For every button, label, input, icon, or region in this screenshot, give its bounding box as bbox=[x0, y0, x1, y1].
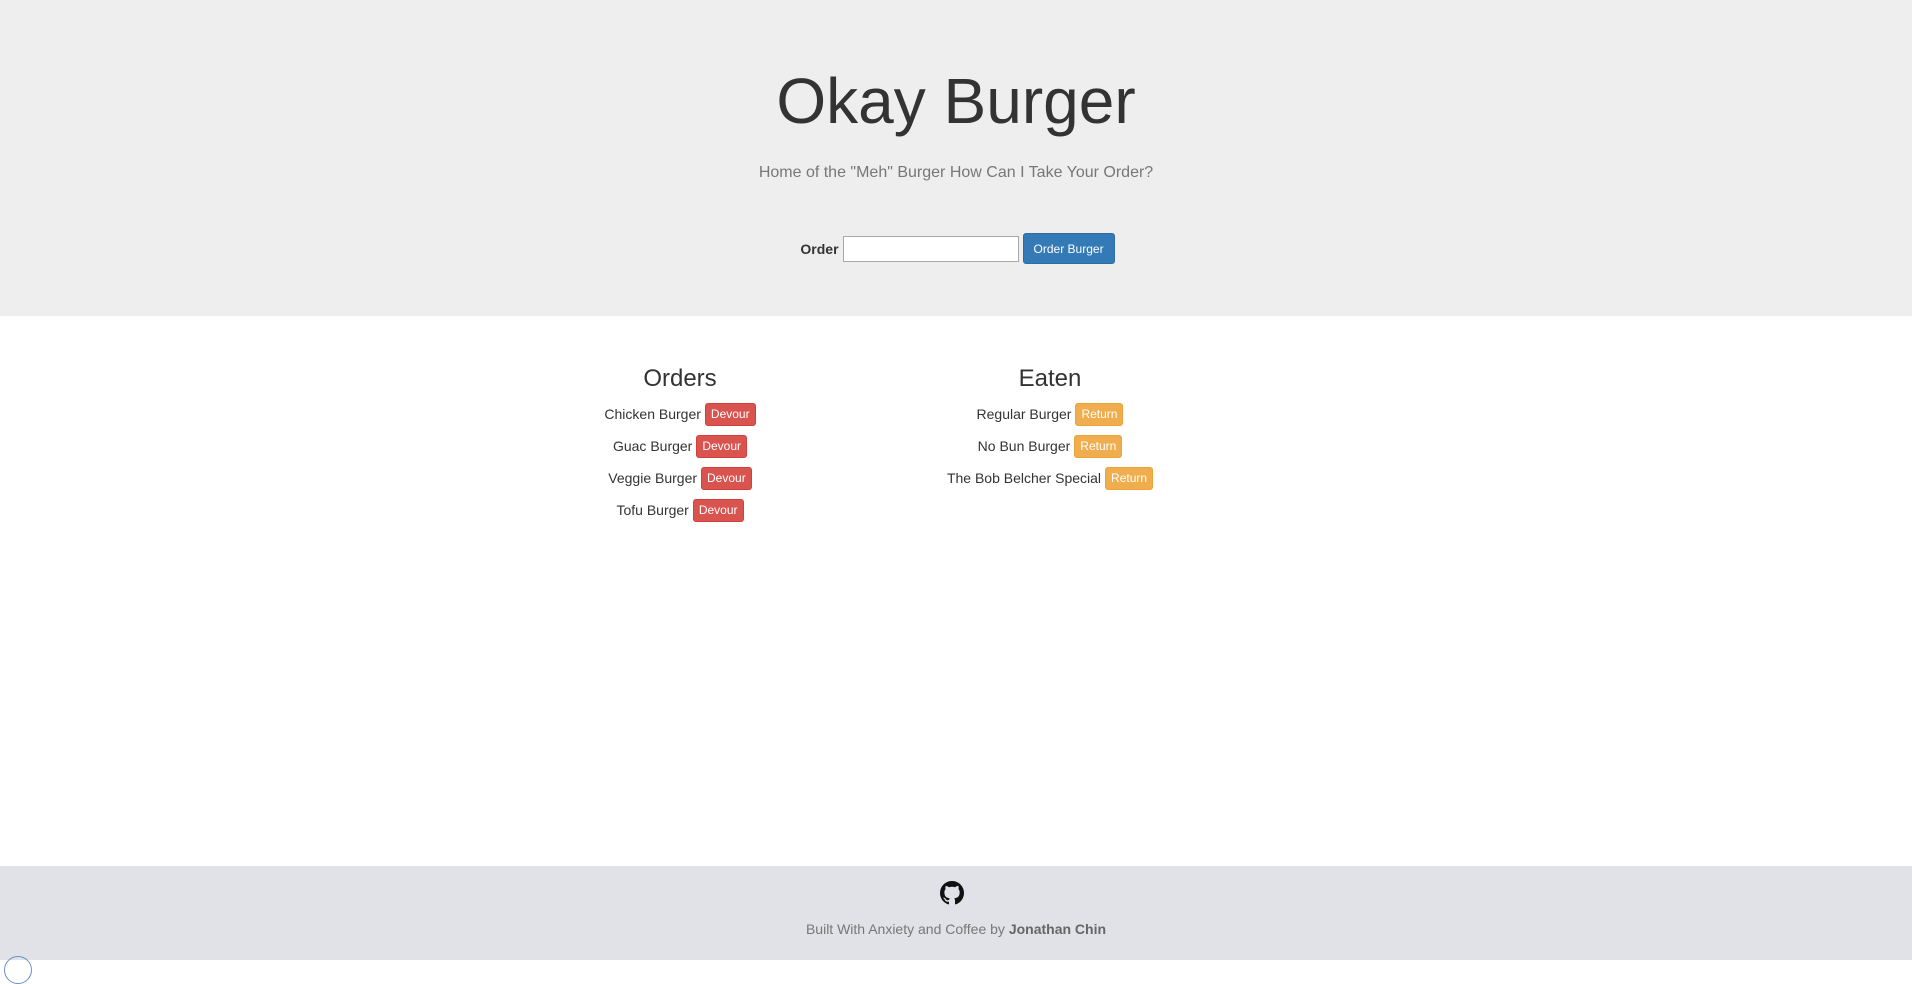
footer-credit: Built With Anxiety and Coffee by Jonatha… bbox=[0, 921, 1912, 937]
footer-credit-text: Built With Anxiety and Coffee by bbox=[805, 921, 1005, 937]
page-subtitle: Home of the "Meh" Burger How Can I Take … bbox=[758, 164, 1154, 181]
order-input[interactable] bbox=[842, 235, 1019, 262]
burger-name: Chicken Burger bbox=[604, 406, 701, 422]
return-button[interactable]: Return bbox=[1075, 402, 1124, 426]
devour-button[interactable]: Devour bbox=[701, 466, 752, 490]
burger-name: No Bun Burger bbox=[977, 438, 1071, 454]
devour-button[interactable]: Devour bbox=[692, 498, 744, 522]
burger-name: Veggie Burger bbox=[608, 470, 698, 486]
page-footer: Built With Anxiety and Coffee by Jonatha… bbox=[0, 866, 1912, 960]
order-form: Order Order Burger bbox=[0, 233, 1912, 264]
eaten-heading: Eaten bbox=[1018, 365, 1082, 392]
order-burger-button[interactable]: Order Burger bbox=[1022, 233, 1115, 264]
list-item: Regular Burger Return bbox=[930, 398, 1170, 430]
list-item: The Bob Belcher Special Return bbox=[930, 462, 1170, 494]
page-title: Okay Burger bbox=[776, 65, 1136, 137]
list-item: Chicken Burger Devour bbox=[560, 398, 800, 430]
list-item: Tofu Burger Devour bbox=[560, 494, 800, 526]
return-button[interactable]: Return bbox=[1074, 434, 1123, 458]
burger-name: Regular Burger bbox=[976, 406, 1072, 422]
devour-button[interactable]: Devour bbox=[696, 434, 748, 458]
orders-heading: Orders bbox=[643, 365, 717, 392]
devour-button[interactable]: Devour bbox=[704, 402, 756, 426]
burger-name: Tofu Burger bbox=[616, 502, 689, 518]
burger-name: Guac Burger bbox=[612, 438, 693, 454]
corner-widget-icon[interactable] bbox=[4, 956, 32, 984]
eaten-column: Eaten Regular Burger Return No Bun Burge… bbox=[930, 366, 1170, 494]
list-item: No Bun Burger Return bbox=[930, 430, 1170, 462]
burger-name: The Bob Belcher Special bbox=[946, 470, 1102, 486]
order-label: Order bbox=[800, 240, 839, 257]
footer-author-link[interactable]: Jonathan Chin bbox=[1009, 921, 1106, 937]
list-item: Guac Burger Devour bbox=[560, 430, 800, 462]
list-item: Veggie Burger Devour bbox=[560, 462, 800, 494]
github-icon[interactable] bbox=[940, 881, 964, 905]
return-button[interactable]: Return bbox=[1105, 466, 1154, 490]
orders-column: Orders Chicken Burger Devour Guac Burger… bbox=[560, 366, 800, 526]
jumbotron-header: Okay Burger Home of the "Meh" Burger How… bbox=[0, 0, 1912, 316]
